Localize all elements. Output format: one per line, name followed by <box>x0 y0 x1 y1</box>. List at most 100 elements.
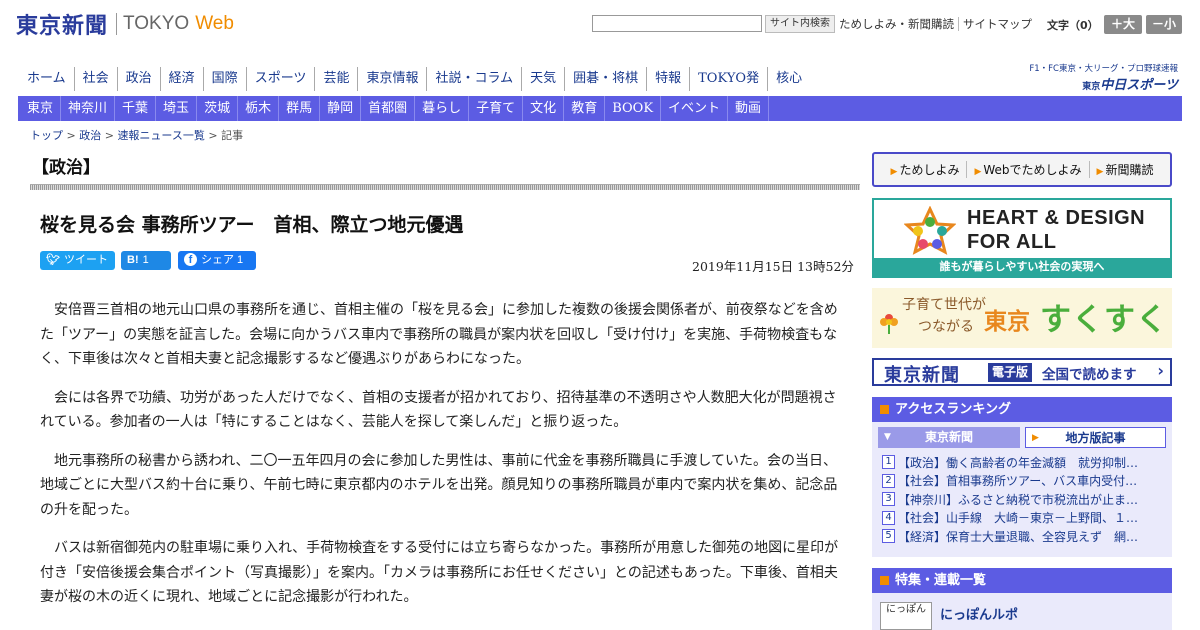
nippon-rupo-thumbnail[interactable]: にっぽん <box>880 602 932 630</box>
region-tokyo[interactable]: 東京 <box>18 96 62 121</box>
section-parenting[interactable]: 子育て <box>469 96 524 121</box>
site-logo[interactable]: 東京新聞 TOKYO Web <box>16 8 234 40</box>
article-title: 桜を見る会 事務所ツアー 首相、際立つ地元優遇 <box>40 214 464 236</box>
trial-link[interactable]: ▶ ためしよみ <box>884 161 967 178</box>
breadcrumb-news-list[interactable]: 速報ニュース一覧 <box>117 129 204 142</box>
digital-edition-name: 東京新聞 <box>884 365 960 386</box>
ranking-item[interactable]: 5 【経済】保育士大量退職、全容見えず 網… <box>882 527 1166 546</box>
font-size-label: 文字（0） <box>1047 19 1099 32</box>
section-education[interactable]: 教育 <box>564 96 606 121</box>
article-body: 安倍晋三首相の地元山口県の事務所を通じ、首相主催の「桜を見る会」に参加した複数の… <box>40 298 845 624</box>
nav-home[interactable]: ホーム <box>18 67 75 91</box>
nav-entertainment[interactable]: 芸能 <box>315 67 359 91</box>
subscribe-link[interactable]: ▶ 新聞購読 <box>1088 161 1161 178</box>
region-metro[interactable]: 首都圏 <box>361 96 416 121</box>
digital-edition-badge: 電子版 <box>988 363 1033 382</box>
digital-edition-banner[interactable]: 東京新聞 電子版 全国で読めます › <box>872 358 1172 386</box>
ranking-item[interactable]: 3 【神奈川】ふるさと納税で市税流出が止ま… <box>882 490 1166 509</box>
font-size-decrease-button[interactable]: －小 <box>1146 15 1182 34</box>
chunichi-logo: 東京中日スポーツ <box>1082 78 1178 93</box>
region-ibaraki[interactable]: 茨城 <box>197 96 239 121</box>
site-search-button[interactable]: サイト内検索 <box>765 15 835 33</box>
tweet-label: ツイート <box>63 254 108 266</box>
tweet-button[interactable]: 🐦︎ ツイート <box>40 251 115 270</box>
region-kanagawa[interactable]: 神奈川 <box>61 96 116 121</box>
breadcrumb-politics[interactable]: 政治 <box>79 129 101 142</box>
nav-tokyo-info[interactable]: 東京情報 <box>358 67 428 91</box>
ranking-tab-tokyo[interactable]: ▼ 東京新聞 <box>878 427 1020 448</box>
article-paragraph: 安倍晋三首相の地元山口県の事務所を通じ、首相主催の「桜を見る会」に参加した複数の… <box>40 302 838 367</box>
share-label: シェア 1 <box>201 254 244 266</box>
header-link-trial[interactable]: ためしよみ・新聞購読 <box>834 17 958 31</box>
heart-design-logo-icon <box>904 206 956 255</box>
nav-society[interactable]: 社会 <box>75 67 118 91</box>
twitter-bird-icon: 🐦︎ <box>46 254 60 266</box>
chevron-right-icon: › <box>1157 361 1164 380</box>
site-search-input[interactable] <box>592 15 762 32</box>
nav-tokyo-hatsu[interactable]: TOKYO発 <box>690 67 769 91</box>
nav-special-report[interactable]: 特報 <box>647 67 691 91</box>
arrow-right-icon: ▶ <box>974 167 982 177</box>
global-nav: ホーム 社会 政治 経済 国際 スポーツ 芸能 東京情報 社説・コラム 天気 囲… <box>18 67 810 91</box>
arrow-right-icon: ▶ <box>1096 167 1104 177</box>
access-ranking-panel: アクセスランキング ▼ 東京新聞 ▶ 地方版記事 1 【政治】働く高齢者の年金減額 就… <box>872 397 1172 557</box>
nav-politics[interactable]: 政治 <box>118 67 161 91</box>
section-book[interactable]: BOOK <box>605 96 662 121</box>
nav-core[interactable]: 核心 <box>768 67 810 91</box>
region-shizuoka[interactable]: 静岡 <box>320 96 362 121</box>
breadcrumb: トップ > 政治 > 速報ニュース一覧 > 記事 <box>30 127 243 143</box>
square-bullet-icon <box>880 576 889 585</box>
digital-edition-text: 全国で読めます <box>1042 367 1137 383</box>
category-divider <box>30 184 860 190</box>
facebook-icon: f <box>184 253 197 266</box>
square-bullet-icon <box>880 405 889 414</box>
ranking-item[interactable]: 2 【社会】首相事務所ツアー、バス車内受付… <box>882 472 1166 491</box>
chunichi-sports-banner[interactable]: F1・FC東京・大リーグ・プロ野球速報 東京中日スポーツ <box>1024 62 1178 93</box>
hatena-count: 1 <box>142 254 149 266</box>
breadcrumb-current: 記事 <box>221 129 244 142</box>
section-living[interactable]: 暮らし <box>415 96 470 121</box>
nav-editorial[interactable]: 社説・コラム <box>427 67 523 91</box>
header-link-sitemap[interactable]: サイトマップ <box>958 17 1036 31</box>
logo-japanese: 東京新聞 <box>16 13 109 39</box>
section-video[interactable]: 動画 <box>728 96 770 121</box>
breadcrumb-separator: > <box>66 129 76 142</box>
nav-sports[interactable]: スポーツ <box>247 67 316 91</box>
chunichi-tagline: F1・FC東京・大リーグ・プロ野球速報 <box>1029 64 1178 74</box>
article-paragraph: 地元事務所の秘書から誘われ、二〇一五年四月の会に参加した男性は、事前に代金を事務… <box>40 452 838 518</box>
hatena-bookmark-button[interactable]: B! 1 <box>121 251 171 270</box>
nav-weather[interactable]: 天気 <box>522 67 566 91</box>
ranking-tab-local[interactable]: ▶ 地方版記事 <box>1025 427 1166 448</box>
nav-international[interactable]: 国際 <box>204 67 247 91</box>
trial-subscription-box: ▶ ためしよみ ▶ Webでためしよみ ▶ 新聞購読 <box>872 152 1172 187</box>
features-header: 特集・連載一覧 <box>872 568 1172 593</box>
ranking-list: 1 【政治】働く高齢者の年金減額 就労抑制… 2 【社会】首相事務所ツアー、バス車内… <box>872 452 1172 546</box>
section-culture[interactable]: 文化 <box>523 96 565 121</box>
triangle-down-icon: ▼ <box>884 432 891 442</box>
heart-design-banner[interactable]: HEART & DESIGN FOR ALL 誰もが暮らしやすい社会の実現へ <box>872 198 1172 278</box>
ranking-item[interactable]: 1 【政治】働く高齢者の年金減額 就労抑制… <box>882 453 1166 472</box>
region-gunma[interactable]: 群馬 <box>279 96 321 121</box>
logo-divider <box>116 13 118 35</box>
font-size-increase-button[interactable]: ＋大 <box>1104 15 1142 34</box>
region-tochigi[interactable]: 栃木 <box>238 96 280 121</box>
breadcrumb-separator: > <box>208 129 218 142</box>
tokyo-sukusuku-banner[interactable]: 子育て世代が つながる 東京 すくすく <box>872 288 1172 348</box>
header-links: ためしよみ・新聞購読 サイトマップ <box>834 16 1036 32</box>
region-saitama[interactable]: 埼玉 <box>156 96 198 121</box>
nav-go-shogi[interactable]: 囲碁・将棋 <box>565 67 648 91</box>
facebook-share-button[interactable]: f シェア 1 <box>178 251 256 270</box>
web-trial-link[interactable]: ▶ Webでためしよみ <box>966 161 1088 178</box>
site-header: 東京新聞 TOKYO Web サイト内検索 ためしよみ・新聞購読 サイトマップ 文… <box>0 0 1200 60</box>
hatena-bookmark-icon: B! <box>127 254 139 266</box>
article-date: 2019年11月15日 13時52分 <box>692 259 854 274</box>
arrow-right-icon: ▶ <box>890 167 898 177</box>
logo-english: TOKYO <box>123 13 190 34</box>
breadcrumb-top[interactable]: トップ <box>30 129 63 142</box>
section-events[interactable]: イベント <box>661 96 729 121</box>
nippon-rupo-title[interactable]: にっぽんルポ <box>940 604 1018 623</box>
region-chiba[interactable]: 千葉 <box>115 96 157 121</box>
nav-economy[interactable]: 経済 <box>161 67 204 91</box>
breadcrumb-separator: > <box>104 129 114 142</box>
ranking-item[interactable]: 4 【社会】山手線 大崎－東京－上野間、１… <box>882 509 1166 528</box>
